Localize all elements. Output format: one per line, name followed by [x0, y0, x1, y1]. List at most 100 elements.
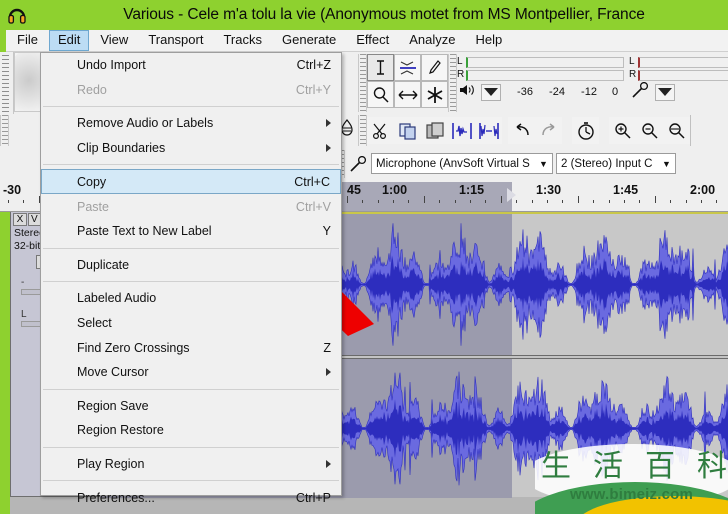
menu-item-label: Clip Boundaries — [77, 141, 166, 156]
menu-item-region-save[interactable]: Region Save — [41, 394, 341, 419]
menu-tracks[interactable]: Tracks — [214, 30, 271, 51]
menu-item-shortcut: Ctrl+V — [295, 199, 331, 214]
trim-button[interactable] — [448, 117, 475, 144]
menu-item-labeled-audio[interactable]: Labeled Audio — [41, 286, 341, 311]
menu-item-label: Redo — [77, 82, 107, 97]
menu-item-label: Select — [77, 316, 112, 331]
menu-item-play-region[interactable]: Play Region — [41, 452, 341, 477]
playhead-marker[interactable] — [507, 188, 516, 202]
tools-toolbar[interactable] — [367, 54, 448, 112]
playback-meter-left-label: L — [457, 56, 463, 67]
menu-item-clip-boundaries[interactable]: Clip Boundaries — [41, 136, 341, 161]
menu-item-label: Preferences... — [77, 490, 155, 505]
menu-item-label: Paste Text to New Label — [77, 224, 212, 239]
selection-tool-icon[interactable] — [367, 54, 394, 81]
playback-meter-right-label: R — [457, 69, 465, 80]
menu-item-label: Copy — [77, 174, 107, 189]
ruler-label-45: 45 — [347, 183, 361, 197]
draw-tool-icon[interactable] — [421, 54, 448, 81]
playback-meter-toolbar[interactable]: L R -36 -24 -12 0 — [457, 54, 629, 110]
track-close-button[interactable]: X — [13, 213, 27, 226]
input-channels-select[interactable]: 2 (Stereo) Input C ▼ — [556, 153, 676, 174]
ruler-minor-tick — [516, 200, 517, 203]
menu-item-move-cursor[interactable]: Move Cursor — [41, 360, 341, 385]
ruler-minor-tick — [609, 200, 610, 203]
ruler-minor-tick — [470, 200, 471, 203]
menu-item-copy[interactable]: Copy Ctrl+C — [41, 169, 341, 195]
ruler-minor-tick — [393, 200, 394, 203]
submenu-arrow-icon — [326, 144, 331, 153]
silence-button[interactable] — [475, 117, 502, 144]
menu-item-region-restore[interactable]: Region Restore — [41, 418, 341, 443]
ruler-label--30: -30 — [3, 183, 22, 197]
input-device-value: Microphone (AnvSoft Virtual S — [376, 157, 530, 170]
transport-grip[interactable] — [0, 52, 14, 114]
tools-dropper-icon[interactable] — [340, 119, 354, 142]
menu-item-label: Play Region — [77, 457, 145, 472]
menu-item-paste-text-to-new-label[interactable]: Paste Text to New Label Y — [41, 219, 341, 244]
ruler-minor-tick — [439, 200, 440, 203]
record-meter-menu-button[interactable] — [655, 83, 675, 101]
mixer-toolbar-grip[interactable] — [0, 115, 9, 146]
menu-effect[interactable]: Effect — [347, 30, 398, 51]
menu-item-select[interactable]: Select — [41, 311, 341, 336]
edit-toolbar-grip[interactable] — [358, 115, 367, 146]
zoom-out-button[interactable] — [636, 117, 663, 144]
zoom-tool-icon[interactable] — [367, 81, 394, 108]
menu-item-shortcut: Ctrl+C — [294, 174, 330, 189]
menu-item-shortcut: Ctrl+Y — [295, 82, 331, 97]
menu-view[interactable]: View — [91, 30, 137, 51]
menu-edit[interactable]: Edit — [48, 30, 90, 51]
menu-item-label: Paste — [77, 199, 109, 214]
submenu-arrow-icon — [326, 368, 331, 377]
playback-meter-menu-button[interactable] — [481, 83, 501, 101]
menu-item-label: Labeled Audio — [77, 291, 157, 306]
menu-transport[interactable]: Transport — [139, 30, 212, 51]
undo-button[interactable] — [508, 117, 535, 144]
menu-item-find-zero-crossings[interactable]: Find Zero Crossings Z — [41, 335, 341, 360]
menu-item-label: Undo Import — [77, 58, 146, 73]
paste-button[interactable] — [421, 117, 448, 144]
left-green-edge — [0, 212, 10, 514]
input-device-select[interactable]: Microphone (AnvSoft Virtual S ▼ — [371, 153, 553, 174]
timeshift-tool-icon[interactable] — [394, 81, 421, 108]
menu-item-label: Find Zero Crossings — [77, 340, 190, 355]
meter-tick-0: 0 — [611, 86, 619, 98]
menu-file[interactable]: File — [8, 30, 47, 51]
record-meter-left-label: L — [629, 56, 635, 67]
edit-toolbar[interactable] — [367, 115, 691, 146]
multi-tool-icon[interactable] — [421, 81, 448, 108]
redo-button[interactable] — [535, 117, 562, 144]
cut-button[interactable] — [367, 117, 394, 144]
microphone-icon — [631, 81, 655, 103]
menu-analyze[interactable]: Analyze — [400, 30, 464, 51]
record-meter-toolbar[interactable]: L R — [629, 54, 728, 110]
tools-toolbar-grip[interactable] — [358, 54, 367, 112]
zoom-in-button[interactable] — [609, 117, 636, 144]
menu-item-preferences[interactable]: Preferences... Ctrl+P — [41, 485, 341, 510]
menu-generate[interactable]: Generate — [273, 30, 345, 51]
menu-item-duplicate[interactable]: Duplicate — [41, 253, 341, 278]
audacity-window: Various - Cele m'a tolu la vie (Anonymou… — [0, 0, 728, 514]
meter-toolbar-grip[interactable] — [448, 54, 457, 112]
ruler-major-tick — [655, 196, 656, 203]
playback-meter-right-bar — [466, 69, 624, 81]
menu-help[interactable]: Help — [466, 30, 511, 51]
copy-button[interactable] — [394, 117, 421, 144]
playback-meter-left-bar — [466, 56, 624, 68]
speaker-icon — [459, 83, 481, 102]
sync-lock-clock-icon[interactable] — [572, 117, 599, 144]
envelope-tool-icon[interactable] — [394, 54, 421, 81]
menu-separator — [43, 247, 339, 249]
menu-item-remove-audio-or-labels[interactable]: Remove Audio or Labels — [41, 111, 341, 136]
meter-tick--24: -24 — [549, 86, 565, 98]
ruler-label-130: 1:30 — [536, 183, 562, 197]
menu-item-paste: Paste Ctrl+V — [41, 194, 341, 219]
chevron-down-icon-2[interactable]: ▼ — [658, 154, 675, 173]
meter-tick--36: -36 — [517, 86, 533, 98]
ruler-major-tick — [578, 196, 579, 203]
fit-selection-button[interactable] — [663, 117, 690, 144]
chevron-down-icon[interactable]: ▼ — [535, 154, 552, 173]
edit-menu-dropdown[interactable]: Undo Import Ctrl+Z Redo Ctrl+Y Remove Audio … — [40, 52, 342, 505]
menu-item-undo-import[interactable]: Undo Import Ctrl+Z — [41, 53, 341, 78]
